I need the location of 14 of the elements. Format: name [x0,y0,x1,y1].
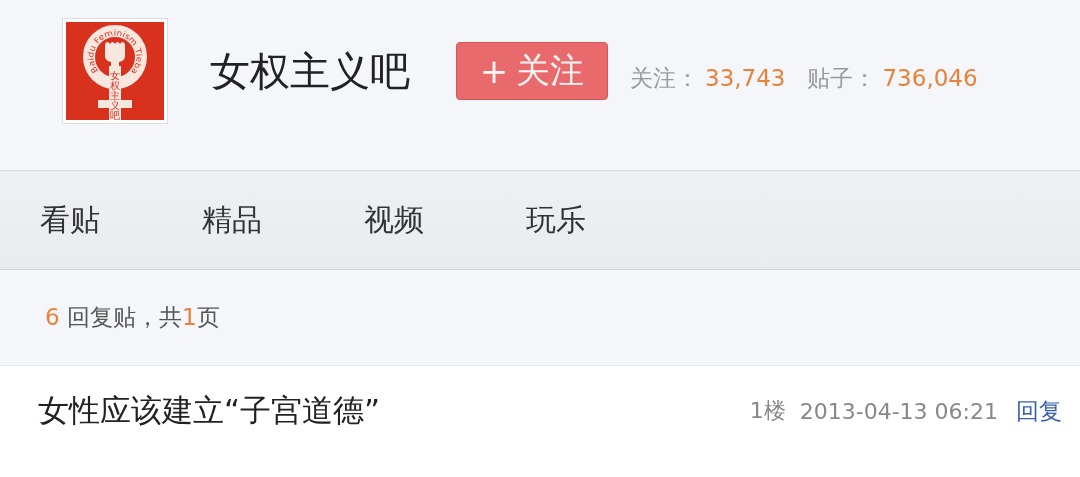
reply-summary-text: 6 回复贴，共1页 [45,303,220,332]
post-time: 2013-04-13 06:21 [799,398,998,424]
stat-label: 关注： [630,63,699,93]
forum-name: 女权主义吧 [210,46,410,96]
floor-number: 1楼 [749,397,786,425]
stat-value: 33,743 [705,64,786,91]
stat-label: 贴子： [807,63,877,93]
nav-tab[interactable]: 看贴 [40,193,196,247]
stat-value: 736,046 [882,64,978,91]
post-title: 女性应该建立“子宫道德” [38,391,382,430]
reply-link[interactable]: 回复 [1016,395,1062,427]
nav-tab[interactable]: 视频 [364,193,520,247]
nav-tab[interactable]: 玩乐 [526,193,682,247]
nav-tab[interactable]: 精品 [202,193,358,247]
